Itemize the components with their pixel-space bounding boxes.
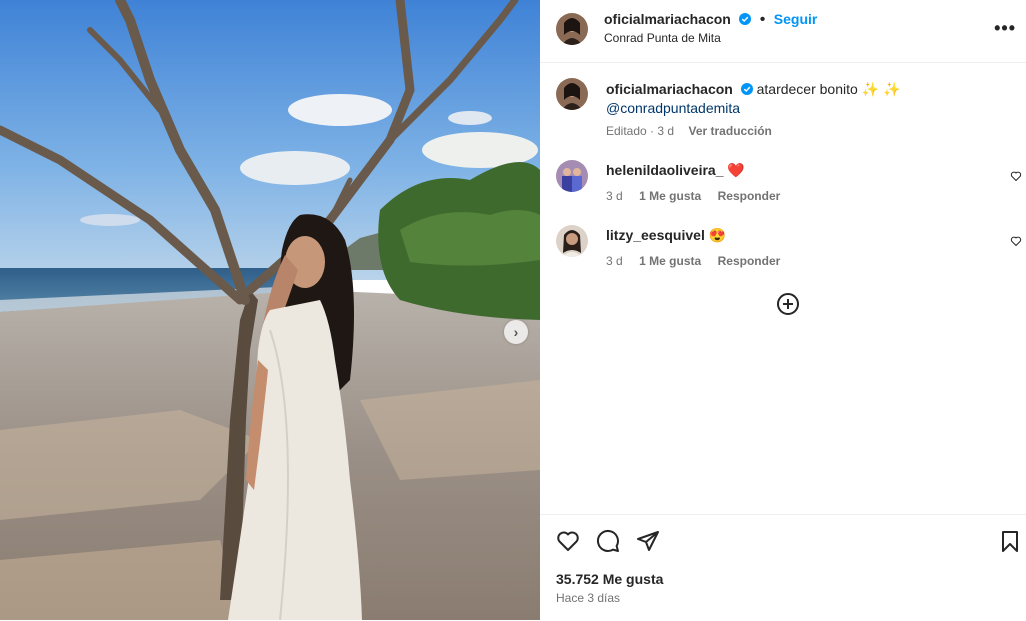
comment-item: litzy_eesquivel 😍 3 d 1 Me gusta Respond… [556, 225, 1026, 275]
caption-emoji: ✨ ✨ [861, 81, 901, 97]
caption-username[interactable]: oficialmariachacon [606, 81, 733, 97]
comment-avatar[interactable] [556, 160, 588, 192]
caption: oficialmariachacon atardecer bonito ✨ ✨ … [606, 80, 1006, 118]
carousel-next-button[interactable]: › [504, 320, 528, 344]
author-username[interactable]: oficialmariachacon [604, 11, 731, 27]
separator-dot: • [759, 11, 766, 28]
verified-badge-icon [740, 83, 753, 95]
comment-username[interactable]: helenildaoliveira_ [606, 162, 724, 178]
comment-avatar[interactable] [556, 225, 588, 257]
post-location[interactable]: Conrad Punta de Mita [604, 31, 721, 45]
translate-button[interactable]: Ver traducción [689, 124, 772, 138]
comment-time: 3 d [606, 254, 623, 268]
comment-reply-button[interactable]: Responder [718, 254, 781, 268]
post-photo[interactable]: › [0, 0, 540, 620]
comment-reply-button[interactable]: Responder [718, 189, 781, 203]
beach-photo [0, 0, 540, 620]
post-header: oficialmariachacon • Seguir Conrad Punta… [540, 0, 1026, 63]
avatar[interactable] [556, 13, 588, 45]
verified-badge-icon [739, 13, 752, 25]
post-time: Hace 3 días [556, 591, 621, 605]
heart-icon[interactable] [556, 529, 580, 553]
plus-circle-icon[interactable] [776, 292, 800, 316]
comment-text: 😍 [708, 227, 727, 243]
post-actions: 35.752 Me gusta Hace 3 días [540, 514, 1026, 621]
comment-icon[interactable] [596, 529, 620, 553]
comment-time: 3 d [606, 189, 623, 203]
comment-like-heart-icon[interactable] [1010, 170, 1022, 182]
bookmark-icon[interactable] [998, 529, 1022, 553]
caption-mention[interactable]: @conradpuntademita [606, 100, 740, 116]
comment-like-heart-icon[interactable] [1010, 235, 1022, 247]
comment-likes[interactable]: 1 Me gusta [639, 189, 701, 203]
caption-text: atardecer bonito [756, 81, 858, 97]
follow-button[interactable]: Seguir [774, 11, 818, 27]
comment-item: helenildaoliveira_ ❤️ 3 d 1 Me gusta Res… [556, 160, 1026, 210]
caption-edited-time: Editado · 3 d [606, 124, 675, 138]
caption-avatar[interactable] [556, 78, 588, 110]
post-panel: oficialmariachacon • Seguir Conrad Punta… [540, 0, 1026, 620]
comment-likes[interactable]: 1 Me gusta [639, 254, 701, 268]
share-icon[interactable] [636, 529, 660, 553]
comment-username[interactable]: litzy_eesquivel [606, 227, 705, 243]
like-count[interactable]: 35.752 Me gusta [556, 571, 663, 587]
chevron-right-icon: › [513, 324, 519, 340]
more-horizontal-icon[interactable]: ••• [994, 18, 1016, 39]
comment-text: ❤️ [727, 162, 745, 178]
